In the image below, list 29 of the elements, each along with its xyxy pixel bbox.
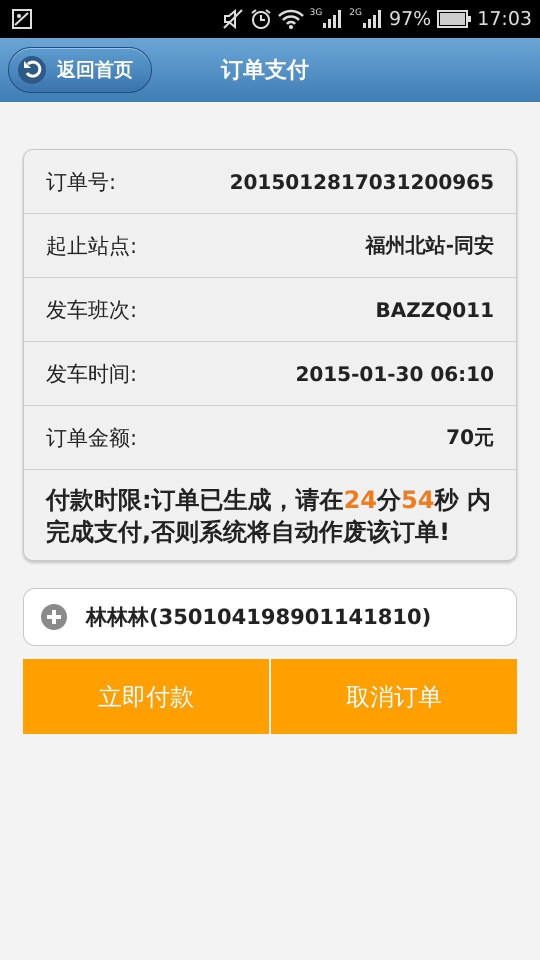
field-value: 2015-01-30 06:10 bbox=[295, 362, 494, 386]
field-value: 福州北站-同安 bbox=[366, 232, 494, 259]
payment-deadline-notice: 付款时限:订单已生成，请在24分54秒 内完成支付,否则系统将自动作废该订单! bbox=[44, 485, 492, 548]
field-value: 2015012817031200965 bbox=[230, 170, 494, 194]
back-icon bbox=[17, 55, 47, 85]
passenger-name: 林林林(350104198901141810) bbox=[86, 604, 432, 631]
alarm-icon bbox=[250, 8, 272, 30]
field-label: 发车班次: bbox=[46, 296, 138, 324]
page-title: 订单支付 bbox=[221, 58, 309, 83]
battery-icon bbox=[437, 10, 472, 28]
field-label: 起止站点: bbox=[46, 232, 138, 260]
mute-icon bbox=[222, 9, 244, 29]
signal-icon bbox=[363, 10, 383, 28]
image-icon bbox=[12, 9, 32, 29]
network-type-label: 2G bbox=[349, 8, 362, 18]
wifi-icon bbox=[278, 9, 304, 29]
signal-icon bbox=[323, 10, 344, 28]
field-label: 订单号: bbox=[46, 168, 116, 196]
passenger-item[interactable]: 林林林(350104198901141810) bbox=[23, 588, 517, 646]
field-value: 70元 bbox=[446, 424, 494, 451]
network-type-label: 3G bbox=[310, 8, 322, 18]
field-label: 订单金额: bbox=[46, 424, 138, 452]
cancel-order-button[interactable]: 取消订单 bbox=[271, 659, 517, 734]
battery-percent: 97% bbox=[389, 8, 432, 30]
field-value: BAZZQ011 bbox=[376, 298, 494, 322]
field-label: 发车时间: bbox=[46, 360, 138, 388]
clock-time: 17:03 bbox=[477, 8, 532, 30]
pay-now-button[interactable]: 立即付款 bbox=[23, 659, 269, 734]
back-button[interactable]: 返回首页 bbox=[8, 47, 152, 93]
